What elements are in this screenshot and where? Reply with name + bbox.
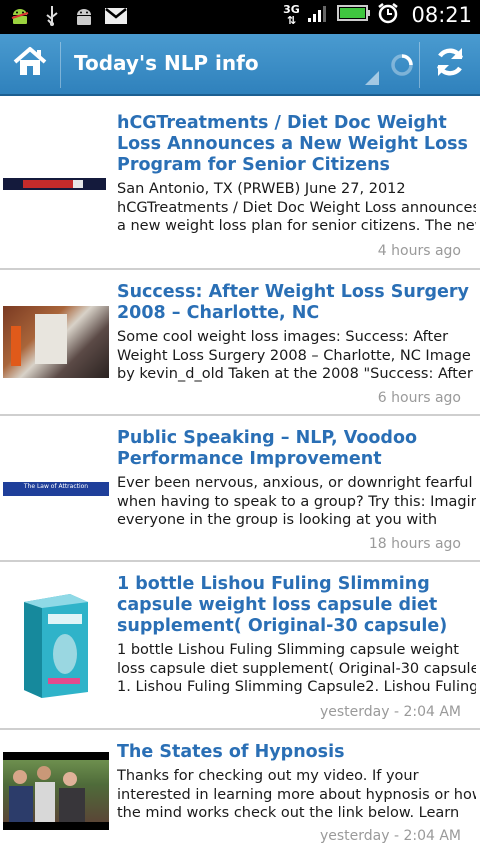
item-timestamp: 6 hours ago [377, 390, 461, 406]
article-thumbnail [3, 178, 106, 190]
list-item[interactable]: 1 bottle Lishou Fuling Slimming capsule … [0, 562, 480, 730]
page-title: Today's NLP info [74, 51, 259, 75]
signal-icon [307, 3, 331, 27]
android-debug-icon [8, 4, 32, 28]
home-icon [12, 46, 48, 82]
description-line: loss capsule diet supplement( Original-3… [117, 660, 476, 677]
list-item[interactable]: The Law of Attraction Public Speaking – … [0, 416, 480, 562]
description-line: Thanks for checking out my video. If you… [117, 768, 419, 784]
product-thumbnail [18, 592, 94, 700]
description-line: everyone in the group is looking at you … [117, 512, 438, 528]
list-item[interactable]: hCGTreatments / Diet Doc Weight Loss Ann… [0, 96, 480, 270]
video-thumbnail [3, 752, 109, 830]
article-thumbnail: The Law of Attraction [3, 482, 109, 496]
item-title: 1 bottle Lishou Fuling Slimming capsule … [117, 574, 448, 636]
article-thumbnail [3, 306, 109, 378]
network-label: 3G [283, 3, 300, 16]
description-line: 1 bottle Lishou Fuling Slimming capsule … [117, 642, 459, 658]
description-line: Some cool weight loss images: Success: A… [117, 329, 449, 345]
item-description: Thanks for checking out my video. If you… [117, 767, 476, 823]
thumbnail-caption: The Law of Attraction [23, 483, 89, 490]
battery-icon [337, 4, 371, 26]
item-description: San Antonio, TX (PRWEB) June 27, 2012 hC… [117, 180, 476, 236]
item-description: 1 bottle Lishou Fuling Slimming capsule … [117, 641, 476, 697]
refresh-icon [433, 45, 467, 83]
description-line: hCGTreatments / Diet Doc Weight Loss ann… [117, 199, 476, 216]
list-item[interactable]: Success: After Weight Loss Surgery 2008 … [0, 270, 480, 416]
system-icons: 3G ⇅ 08:21 [281, 2, 472, 28]
item-timestamp: 18 hours ago [368, 536, 461, 552]
item-timestamp: 4 hours ago [377, 243, 461, 259]
item-title: Success: After Weight Loss Surgery 2008 … [117, 282, 469, 323]
alarm-icon [377, 2, 399, 28]
notification-icons [8, 4, 128, 28]
item-title: The States of Hypnosis [117, 742, 345, 762]
description-line: Ever been nervous, anxious, or downright… [117, 475, 473, 491]
item-title: Public Speaking – NLP, Voodoo Performanc… [117, 428, 417, 469]
list-item[interactable]: The States of Hypnosis Thanks for checki… [0, 730, 480, 854]
description-line: interested in learning more about hypnos… [117, 786, 476, 803]
news-list: hCGTreatments / Diet Doc Weight Loss Ann… [0, 96, 480, 854]
status-bar: 3G ⇅ 08:21 [0, 0, 480, 34]
home-button[interactable] [0, 34, 60, 94]
item-timestamp: yesterday - 2:04 AM [319, 704, 461, 720]
usb-icon [40, 4, 64, 28]
item-description: Some cool weight loss images: Success: A… [117, 328, 476, 384]
item-timestamp: yesterday - 2:04 AM [319, 828, 461, 844]
item-description: Ever been nervous, anxious, or downright… [117, 474, 476, 530]
description-line: a new weight loss plan for senior citize… [117, 218, 476, 234]
network-type: 3G ⇅ [283, 3, 300, 27]
clock: 08:21 [411, 3, 472, 27]
refresh-button[interactable] [420, 34, 480, 94]
description-line: Weight Loss Surgery 2008 – Charlotte, NC… [117, 347, 471, 364]
loading-spinner-icon [389, 52, 415, 78]
item-title: hCGTreatments / Diet Doc Weight Loss Ann… [117, 113, 468, 175]
description-line: 1. Lishou Fuling Slimming Capsule2. Lish… [117, 679, 476, 695]
description-line: when having to speak to a group? Try thi… [117, 493, 476, 510]
dropdown-indicator-icon[interactable] [364, 70, 380, 90]
divider [60, 42, 61, 88]
description-line: San Antonio, TX (PRWEB) June 27, 2012 [117, 181, 406, 197]
android-update-icon [72, 4, 96, 28]
gmail-icon [104, 4, 128, 28]
description-line: the mind works check out the link below.… [117, 805, 460, 821]
description-line: by kevin_d_old Taken at the 2008 "Succes… [117, 366, 473, 382]
